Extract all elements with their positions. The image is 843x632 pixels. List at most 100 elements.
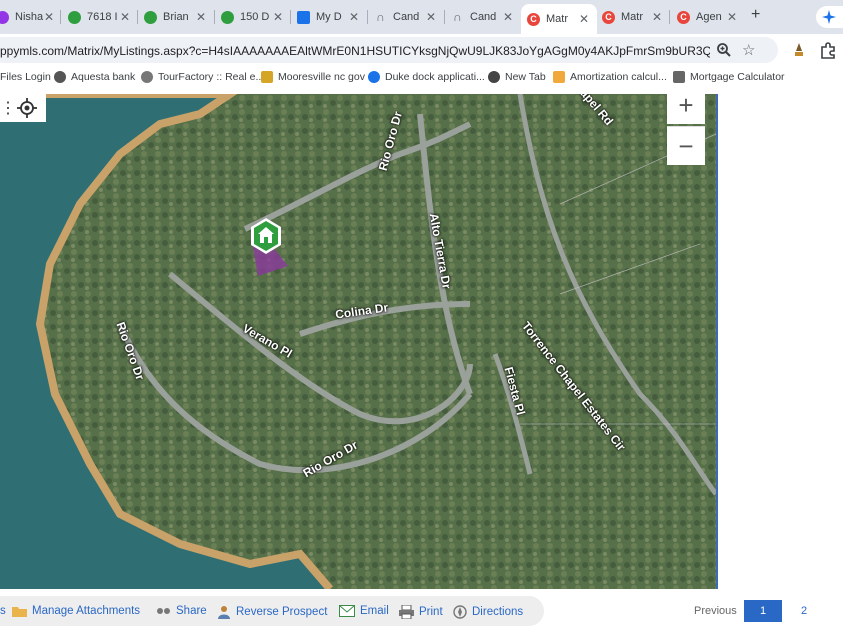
tab-favicon-icon xyxy=(297,10,310,24)
browser-tab[interactable]: Brian ✕ xyxy=(144,4,210,30)
tab-favicon-icon xyxy=(221,10,234,24)
tab-title: Agen xyxy=(696,11,722,23)
close-tab-icon[interactable]: ✕ xyxy=(579,12,589,26)
reverse-prospect-button[interactable]: Reverse Prospect xyxy=(217,605,327,619)
seal-icon xyxy=(261,71,273,83)
right-panel xyxy=(716,94,843,589)
action-label: Directions xyxy=(472,606,524,618)
close-tab-icon[interactable]: ✕ xyxy=(349,10,359,24)
puzzle-icon[interactable] xyxy=(819,41,837,59)
close-tab-icon[interactable]: ✕ xyxy=(503,10,513,24)
manage-attachments-button[interactable]: Manage Attachments xyxy=(12,605,140,617)
bookmark-star-icon[interactable]: ☆ xyxy=(742,41,755,59)
bookmark-label: New Tab xyxy=(505,71,546,83)
listing-pin-icon[interactable] xyxy=(251,218,281,254)
zoom-icon[interactable] xyxy=(716,42,732,58)
folder-icon xyxy=(12,607,27,617)
map-imagery xyxy=(0,94,716,589)
tourfactory-icon xyxy=(141,71,153,83)
previous-page-link[interactable]: Previous xyxy=(694,605,737,617)
close-tab-icon[interactable]: ✕ xyxy=(44,10,54,24)
close-tab-icon[interactable]: ✕ xyxy=(120,10,130,24)
email-icon xyxy=(339,605,355,617)
browser-tab[interactable]: Nisha ✕ xyxy=(0,4,58,30)
tab-title: Matr xyxy=(546,13,568,25)
action-label: Print xyxy=(419,606,443,618)
close-tab-icon[interactable]: ✕ xyxy=(727,10,737,24)
bookmark-label: TourFactory :: Real e... xyxy=(158,71,265,83)
sparkle-icon xyxy=(822,10,836,24)
bookmark-label: Amortization calcul... xyxy=(570,71,667,83)
bookmark-item[interactable]: Files Login xyxy=(0,71,51,83)
zoom-in-button[interactable]: + xyxy=(667,86,705,124)
directions-button[interactable]: Directions xyxy=(453,605,523,619)
tab-favicon-icon: C xyxy=(677,10,690,24)
action-label: Email xyxy=(360,605,389,617)
tab-title: Matr xyxy=(621,11,643,23)
tab-title: My D xyxy=(316,11,342,23)
share-button[interactable]: Share xyxy=(156,605,207,617)
print-button[interactable]: Print xyxy=(399,605,443,619)
bookmark-label: Mortgage Calculator xyxy=(690,71,785,83)
calculator-icon xyxy=(553,71,565,83)
tab-favicon-icon xyxy=(0,10,9,24)
browser-tab[interactable]: C Matr ✕ xyxy=(602,4,666,30)
compass-icon xyxy=(453,605,467,619)
close-tab-icon[interactable]: ✕ xyxy=(273,10,283,24)
browser-tab-active[interactable]: C Matr ✕ xyxy=(521,4,597,34)
browser-tab[interactable]: My D ✕ xyxy=(297,4,363,30)
tab-title: 150 D xyxy=(240,11,270,23)
bookmark-item[interactable]: Mooresville nc gov xyxy=(261,71,365,83)
page-2-link[interactable]: 2 xyxy=(801,605,807,617)
url-text: ppymls.com/Matrix/MyListings.aspx?c=H4sI… xyxy=(0,44,710,58)
duke-icon xyxy=(368,71,380,83)
new-tab-button[interactable]: + xyxy=(751,6,760,24)
current-page-button[interactable]: 1 xyxy=(744,600,782,622)
browser-tab[interactable]: ∩ Cand ✕ xyxy=(374,4,440,30)
browser-tab[interactable]: 7618 I ✕ xyxy=(68,4,134,30)
tab-title: 7618 I xyxy=(87,11,118,23)
printer-icon xyxy=(399,605,414,619)
browser-tab[interactable]: 150 D ✕ xyxy=(221,4,287,30)
zoom-out-button[interactable]: − xyxy=(667,126,705,165)
close-tab-icon[interactable]: ✕ xyxy=(426,10,436,24)
browser-tab[interactable]: ∩ Cand ✕ xyxy=(451,4,517,30)
bookmark-item[interactable]: Amortization calcul... xyxy=(553,71,667,83)
address-bar[interactable]: ppymls.com/Matrix/MyListings.aspx?c=H4sI… xyxy=(0,37,778,63)
close-tab-icon[interactable]: ✕ xyxy=(652,10,662,24)
calculator-icon xyxy=(673,71,685,83)
browser-toolbar: ppymls.com/Matrix/MyListings.aspx?c=H4sI… xyxy=(0,34,843,66)
bookmark-item[interactable]: Mortgage Calculator xyxy=(673,71,785,83)
action-label: Manage Attachments xyxy=(32,605,141,617)
globe-icon xyxy=(54,71,66,83)
tab-title: Cand xyxy=(470,11,497,23)
tab-favicon-icon: ∩ xyxy=(376,10,385,24)
close-tab-icon[interactable]: ✕ xyxy=(196,10,206,24)
browser-tab[interactable]: C Agen ✕ xyxy=(677,4,741,30)
tab-title: Brian xyxy=(163,11,189,23)
bookmark-item[interactable]: TourFactory :: Real e... xyxy=(141,71,264,83)
share-icon xyxy=(157,608,170,614)
bookmark-label: Files Login xyxy=(0,71,51,83)
action-label: Share xyxy=(176,605,207,617)
bookmark-label: Mooresville nc gov xyxy=(278,71,365,83)
tab-title: Cand xyxy=(393,11,420,23)
menu-dots-icon[interactable]: ⋮ xyxy=(0,98,16,118)
bookmark-item[interactable]: Duke dock applicati... xyxy=(368,71,485,83)
tab-favicon-icon xyxy=(68,10,81,24)
email-button[interactable]: Email xyxy=(339,605,389,617)
person-icon xyxy=(218,606,230,619)
bookmark-label: Aquesta bank xyxy=(71,71,136,83)
map-controls: ⋮ xyxy=(0,94,46,122)
bookmark-item[interactable]: Aquesta bank xyxy=(54,71,135,83)
bookmark-item[interactable]: New Tab xyxy=(488,71,546,83)
tab-favicon-icon xyxy=(144,10,157,24)
side-tab[interactable] xyxy=(816,6,843,28)
extension-icon[interactable] xyxy=(791,42,807,58)
satellite-map[interactable]: Rio Oro Dr Alto Tierra Dr Colina Dr Vera… xyxy=(0,94,716,589)
listing-action-bar: s Manage Attachments Share Reverse Prosp… xyxy=(0,596,544,626)
action-item[interactable]: s xyxy=(0,605,6,617)
tab-favicon-icon: ∩ xyxy=(453,10,462,24)
bookmarks-bar: Files Login Aquesta bank TourFactory :: … xyxy=(0,66,843,90)
locate-icon[interactable] xyxy=(17,98,37,118)
